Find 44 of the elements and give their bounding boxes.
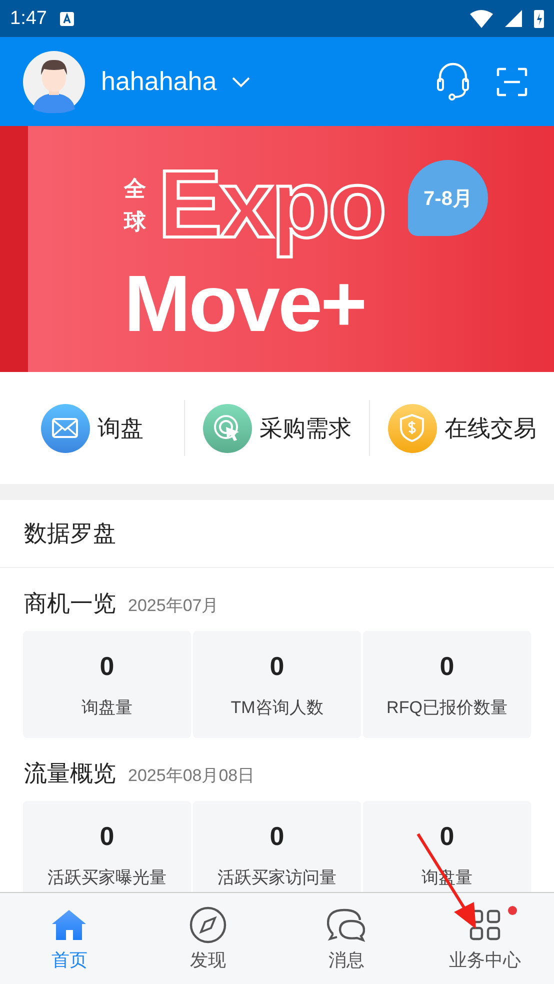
- stat-value: 0: [270, 650, 284, 682]
- tab-item[interactable]: 发现: [138, 893, 277, 984]
- home-icon: [51, 908, 88, 940]
- tab-item[interactable]: 消息: [277, 893, 416, 984]
- section-date: 2025年07月: [128, 595, 219, 617]
- stat-label: 活跃买家曝光量: [48, 866, 166, 888]
- caret-icon[interactable]: [230, 76, 251, 88]
- avatar-silhouette[interactable]: [23, 50, 85, 112]
- username[interactable]: hahahaha: [101, 66, 217, 97]
- battery-icon: [534, 9, 544, 28]
- action-label[interactable]: 采购需求: [260, 412, 352, 444]
- headset-icon[interactable]: [436, 62, 470, 102]
- keyboard-notification-icon: [58, 10, 75, 26]
- section-date: 2025年08月08日: [128, 765, 255, 787]
- compass-icon: [188, 906, 227, 944]
- stat-card[interactable]: 0 询盘量: [23, 631, 191, 738]
- action-label[interactable]: 在线交易: [444, 412, 536, 444]
- banner-side-text: 全球: [124, 174, 146, 236]
- grid-icon: [468, 908, 501, 940]
- stat-value: 0: [440, 650, 454, 682]
- wifi-icon: [470, 10, 493, 28]
- stat-card[interactable]: 0 TM咨询人数: [193, 631, 361, 738]
- stat-value: 0: [100, 820, 114, 852]
- section-heading: 流量概览: [24, 759, 116, 788]
- banner-date-bubble: 7-8月: [408, 160, 488, 236]
- stat-value: 0: [440, 820, 454, 852]
- signal-icon: [505, 10, 522, 27]
- action-label[interactable]: 询盘: [98, 412, 144, 444]
- banner-title: Expo: [157, 150, 386, 260]
- stat-card[interactable]: 0 RFQ已报价数量: [363, 631, 531, 738]
- stat-label: TM咨询人数: [230, 696, 324, 718]
- stat-card[interactable]: 0 活跃买家访问量: [193, 801, 361, 892]
- section-title: 数据罗盘: [0, 500, 554, 568]
- banner-subtitle: Move+: [124, 260, 366, 348]
- chat-bubbles-icon: [327, 908, 366, 942]
- stat-value: 0: [270, 820, 284, 852]
- stat-label: 活跃买家访问量: [218, 866, 336, 888]
- stat-card[interactable]: 0 活跃买家曝光量: [23, 801, 191, 892]
- stat-label: 询盘量: [82, 696, 132, 718]
- stat-value: 0: [100, 650, 114, 682]
- stat-label: RFQ已报价数量: [386, 696, 508, 718]
- section-heading: 商机一览: [24, 589, 116, 618]
- clock-time: 1:47: [10, 8, 47, 30]
- scan-icon[interactable]: [496, 66, 528, 96]
